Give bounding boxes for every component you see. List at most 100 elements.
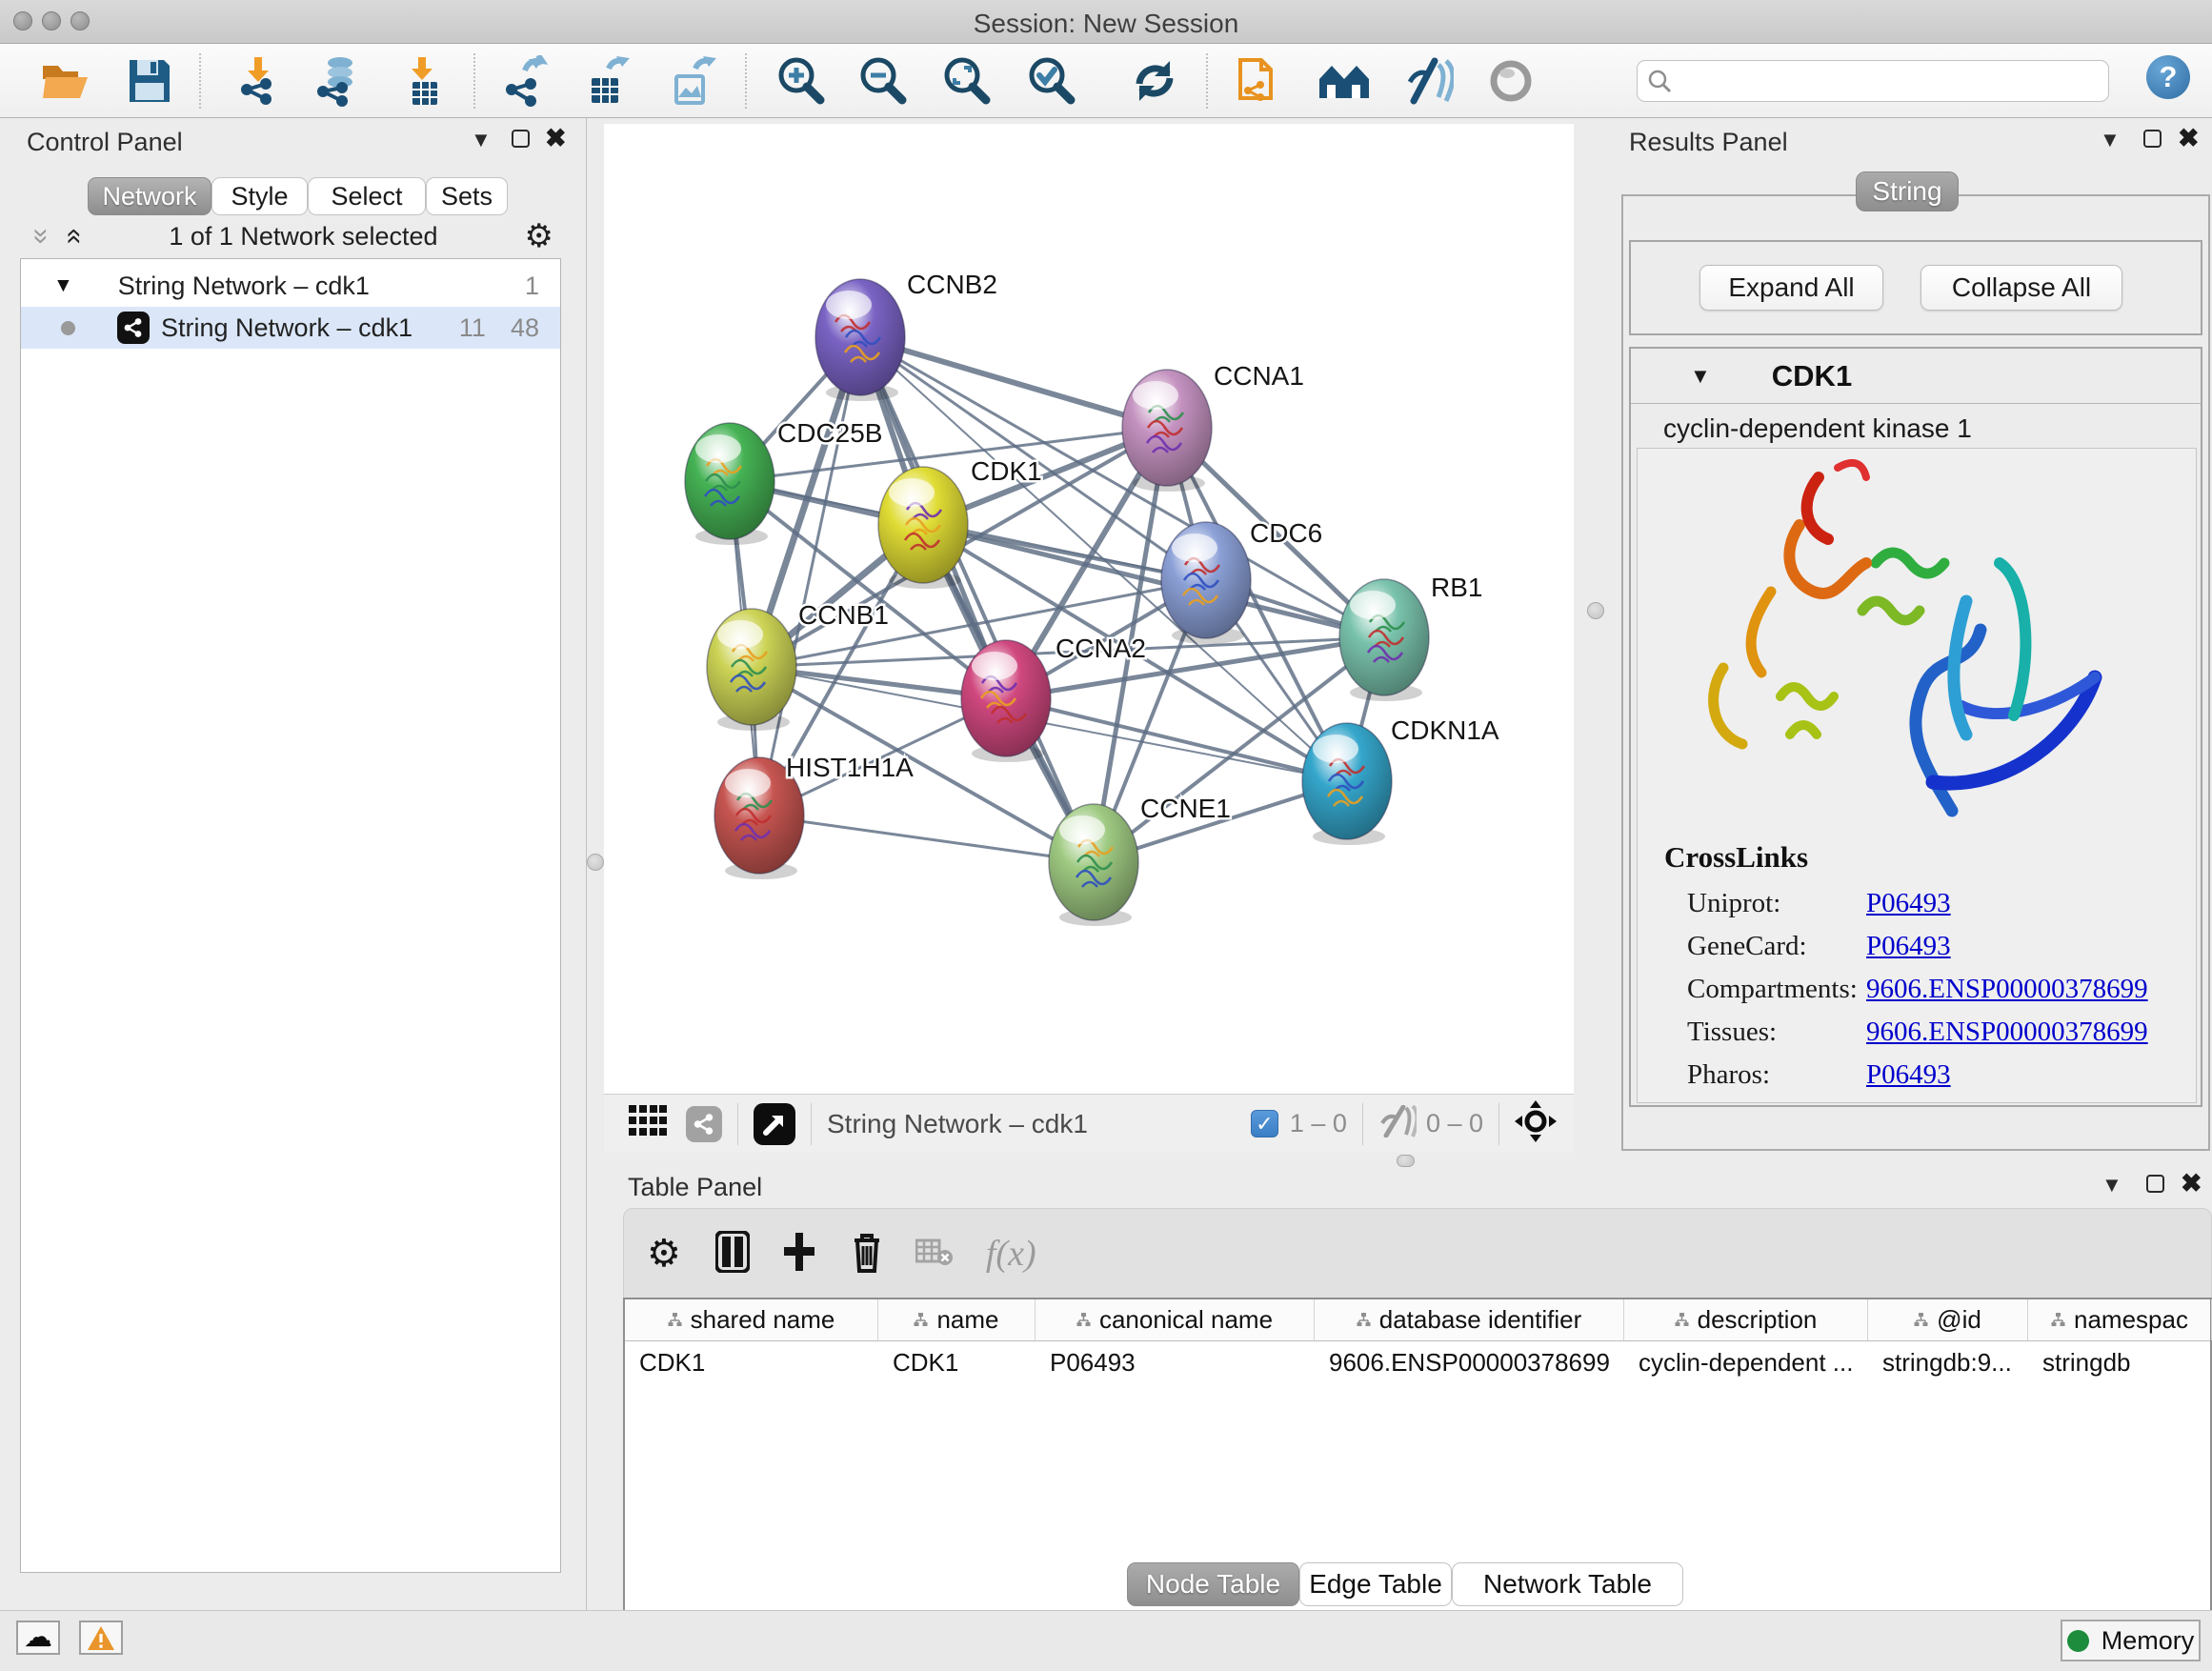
export-image-button[interactable] bbox=[665, 54, 718, 108]
close-panel-icon[interactable]: ✖ bbox=[545, 126, 567, 151]
panel-menu-caret[interactable]: ▼ bbox=[471, 128, 492, 152]
save-session-button[interactable] bbox=[123, 54, 176, 108]
network-edge[interactable] bbox=[759, 815, 1094, 862]
column-header-namespac[interactable]: namespac bbox=[2028, 1299, 2212, 1340]
network-node[interactable] bbox=[1049, 804, 1138, 926]
network-edge[interactable] bbox=[860, 337, 1167, 428]
export-network-button[interactable] bbox=[498, 54, 552, 108]
birdseye-view-icon[interactable] bbox=[629, 1105, 667, 1142]
column-header--id[interactable]: @id bbox=[1868, 1299, 2028, 1340]
network-edge[interactable] bbox=[759, 337, 860, 815]
column-header-description[interactable]: description bbox=[1624, 1299, 1868, 1340]
table-cell[interactable]: CDK1 bbox=[878, 1341, 1036, 1383]
selected-nodes-checkbox[interactable]: ✓ bbox=[1251, 1110, 1278, 1137]
help-button[interactable]: ? bbox=[2146, 55, 2190, 99]
network-node[interactable] bbox=[707, 609, 796, 731]
network-node[interactable] bbox=[961, 640, 1051, 762]
close-panel-icon[interactable]: ✖ bbox=[2181, 1171, 2202, 1197]
refresh-view-button[interactable] bbox=[1128, 54, 1181, 108]
gene-card-header[interactable]: ▼ CDK1 bbox=[1631, 349, 2201, 404]
network-canvas[interactable]: CCNB2CCNA1CDC25BCDK1CDC6RB1CCNB1CCNA2CDK… bbox=[604, 124, 1574, 1094]
toolbar-separator bbox=[1362, 1103, 1363, 1145]
zoom-selected-button[interactable] bbox=[1024, 54, 1077, 108]
zoom-fit-button[interactable] bbox=[939, 54, 993, 108]
tab-network[interactable]: Network bbox=[88, 177, 211, 215]
open-in-new-window-icon[interactable] bbox=[754, 1103, 795, 1145]
import-network-file-button[interactable] bbox=[231, 54, 285, 108]
show-columns-icon[interactable] bbox=[715, 1231, 750, 1278]
collapse-caret-icon[interactable]: ▼ bbox=[1690, 364, 1711, 389]
hidden-eye-icon[interactable] bbox=[1378, 1105, 1417, 1142]
column-header-database-identifier[interactable]: database identifier bbox=[1315, 1299, 1624, 1340]
table-cell[interactable]: stringdb:9... bbox=[1868, 1341, 2028, 1383]
add-column-icon[interactable] bbox=[782, 1231, 816, 1278]
export-table-button[interactable] bbox=[580, 54, 633, 108]
panel-menu-caret[interactable]: ▼ bbox=[2100, 128, 2121, 152]
function-builder-icon[interactable]: f(x) bbox=[986, 1233, 1036, 1275]
collapse-all-button[interactable]: Collapse All bbox=[1920, 265, 2122, 311]
float-panel-icon[interactable] bbox=[2143, 130, 2162, 148]
delete-table-icon[interactable] bbox=[915, 1237, 954, 1272]
float-panel-icon[interactable] bbox=[512, 130, 530, 148]
search-input[interactable] bbox=[1637, 60, 2109, 102]
panel-menu-caret[interactable]: ▼ bbox=[2101, 1173, 2122, 1198]
warnings-button[interactable] bbox=[79, 1621, 123, 1655]
table-cell[interactable]: CDK1 bbox=[625, 1341, 878, 1383]
expand-all-button[interactable]: Expand All bbox=[1699, 265, 1883, 311]
right-splitter-handle[interactable] bbox=[1587, 602, 1604, 619]
tree-expander-icon[interactable]: ▼ bbox=[53, 274, 73, 297]
gear-icon[interactable]: ⚙ bbox=[647, 1232, 681, 1276]
tab-node-table[interactable]: Node Table bbox=[1127, 1562, 1299, 1606]
crosslink-link[interactable]: 9606.ENSP00000378699 bbox=[1866, 974, 2148, 1005]
string-view-icon[interactable] bbox=[686, 1106, 722, 1142]
toolbar-separator bbox=[745, 53, 747, 109]
import-network-database-button[interactable] bbox=[311, 54, 364, 108]
network-node[interactable] bbox=[1302, 723, 1392, 845]
fit-content-crosshair-icon[interactable] bbox=[1515, 1100, 1557, 1147]
column-header-canonical-name[interactable]: canonical name bbox=[1036, 1299, 1315, 1340]
network-row[interactable]: String Network – cdk1 11 48 bbox=[21, 307, 560, 349]
cloud-status-button[interactable]: ☁ bbox=[16, 1621, 60, 1655]
crosslink-link[interactable]: 9606.ENSP00000378699 bbox=[1866, 1017, 2148, 1048]
network-edge[interactable] bbox=[860, 337, 1094, 862]
network-node[interactable] bbox=[685, 423, 774, 545]
table-cell[interactable]: stringdb bbox=[2028, 1341, 2212, 1383]
table-cell[interactable]: 9606.ENSP00000378699 bbox=[1315, 1341, 1624, 1383]
network-node[interactable] bbox=[1122, 370, 1212, 492]
tab-edge-table[interactable]: Edge Table bbox=[1299, 1562, 1452, 1606]
crosslink-link[interactable]: P06493 bbox=[1866, 931, 1951, 962]
tab-network-table[interactable]: Network Table bbox=[1452, 1562, 1683, 1606]
gear-icon[interactable]: ⚙ bbox=[525, 217, 553, 255]
crosslink-link[interactable]: P06493 bbox=[1866, 888, 1951, 919]
zoom-out-button[interactable] bbox=[855, 54, 909, 108]
string-import-button[interactable] bbox=[1232, 54, 1285, 108]
table-body: CDK1CDK1P064939606.ENSP00000378699cyclin… bbox=[625, 1341, 2210, 1383]
collapse-all-chevrons-icon[interactable]: » bbox=[25, 229, 57, 245]
show-all-networks-button[interactable] bbox=[1317, 54, 1371, 108]
close-panel-icon[interactable]: ✖ bbox=[2178, 126, 2200, 151]
network-node[interactable] bbox=[1339, 579, 1429, 701]
network-node[interactable] bbox=[815, 279, 905, 401]
tab-style[interactable]: Style bbox=[211, 177, 308, 215]
results-tab-string[interactable]: String bbox=[1856, 171, 1959, 211]
zoom-in-button[interactable] bbox=[774, 54, 827, 108]
table-row[interactable]: CDK1CDK1P064939606.ENSP00000378699cyclin… bbox=[625, 1341, 2210, 1383]
column-header-name[interactable]: name bbox=[878, 1299, 1036, 1340]
memory-button[interactable]: Memory bbox=[2061, 1620, 2201, 1661]
column-header-shared-name[interactable]: shared name bbox=[625, 1299, 878, 1340]
tab-sets[interactable]: Sets bbox=[426, 177, 508, 215]
show-selected-button[interactable] bbox=[1484, 54, 1538, 108]
tab-select[interactable]: Select bbox=[308, 177, 426, 215]
import-table-file-button[interactable] bbox=[398, 54, 452, 108]
float-panel-icon[interactable] bbox=[2146, 1175, 2164, 1193]
table-cell[interactable]: P06493 bbox=[1036, 1341, 1315, 1383]
expand-all-chevrons-icon[interactable]: « bbox=[58, 229, 90, 245]
table-cell[interactable]: cyclin-dependent ... bbox=[1624, 1341, 1868, 1383]
hide-selected-button[interactable] bbox=[1401, 54, 1455, 108]
delete-column-icon[interactable] bbox=[851, 1231, 883, 1278]
horizontal-splitter-handle[interactable] bbox=[1397, 1155, 1415, 1167]
open-session-button[interactable] bbox=[38, 54, 91, 108]
left-splitter-handle[interactable] bbox=[587, 854, 604, 871]
network-collection-row[interactable]: ▼ String Network – cdk1 1 bbox=[21, 265, 560, 307]
crosslink-link[interactable]: P06493 bbox=[1866, 1059, 1951, 1091]
